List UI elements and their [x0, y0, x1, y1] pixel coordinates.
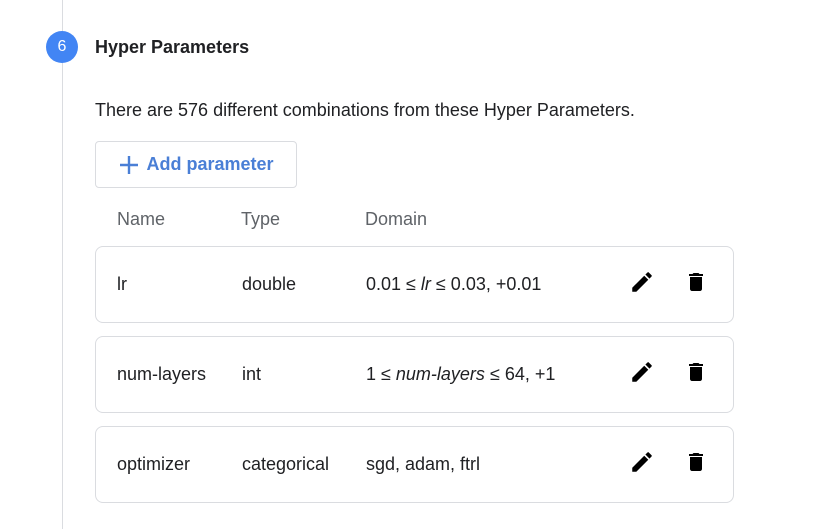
param-domain: 0.01 ≤ lr ≤ 0.03, +0.01 — [366, 247, 541, 322]
edit-button[interactable] — [627, 270, 657, 300]
trash-icon — [684, 269, 708, 300]
param-type: categorical — [242, 454, 330, 474]
table-row: lr double 0.01 ≤ lr ≤ 0.03, +0.01 — [95, 246, 734, 323]
pencil-icon — [629, 449, 655, 480]
step-number: 6 — [57, 38, 67, 55]
trash-icon — [684, 449, 708, 480]
stepper-rail — [62, 0, 63, 529]
param-name: optimizer — [117, 454, 191, 474]
delete-button[interactable] — [681, 270, 711, 300]
param-type: int — [242, 364, 262, 384]
domain-variable: lr — [420, 274, 431, 294]
column-header-domain: Domain — [365, 209, 428, 229]
combinations-summary: There are 576 different combinations fro… — [95, 100, 635, 120]
domain-variable: num-layers — [395, 364, 485, 384]
pencil-icon — [629, 359, 655, 390]
edit-button[interactable] — [627, 450, 657, 480]
domain-lower: 1 ≤ — [366, 364, 396, 384]
table-row: num-layers int 1 ≤ num-layers ≤ 64, +1 — [95, 336, 734, 413]
param-name: num-layers — [117, 364, 207, 384]
param-domain: sgd, adam, ftrl — [366, 427, 480, 502]
step-number-badge: 6 — [46, 31, 78, 63]
param-type: double — [242, 274, 297, 294]
column-header-type: Type — [241, 209, 281, 229]
param-domain: 1 ≤ num-layers ≤ 64, +1 — [366, 337, 555, 412]
step-title: Hyper Parameters — [95, 37, 250, 57]
add-parameter-label: Add parameter — [146, 154, 274, 174]
table-row: optimizer categorical sgd, adam, ftrl — [95, 426, 734, 503]
domain-lower: 0.01 ≤ — [366, 274, 421, 294]
domain-upper: ≤ 64, +1 — [484, 364, 556, 384]
param-name: lr — [117, 274, 127, 294]
add-parameter-button[interactable]: Add parameter — [95, 141, 297, 188]
domain-upper: ≤ 0.03, +0.01 — [430, 274, 542, 294]
column-header-name: Name — [117, 209, 166, 229]
trash-icon — [684, 359, 708, 390]
plus-icon — [118, 154, 140, 176]
delete-button[interactable] — [681, 360, 711, 390]
delete-button[interactable] — [681, 450, 711, 480]
pencil-icon — [629, 269, 655, 300]
edit-button[interactable] — [627, 360, 657, 390]
domain-values: sgd, adam, ftrl — [366, 454, 481, 474]
